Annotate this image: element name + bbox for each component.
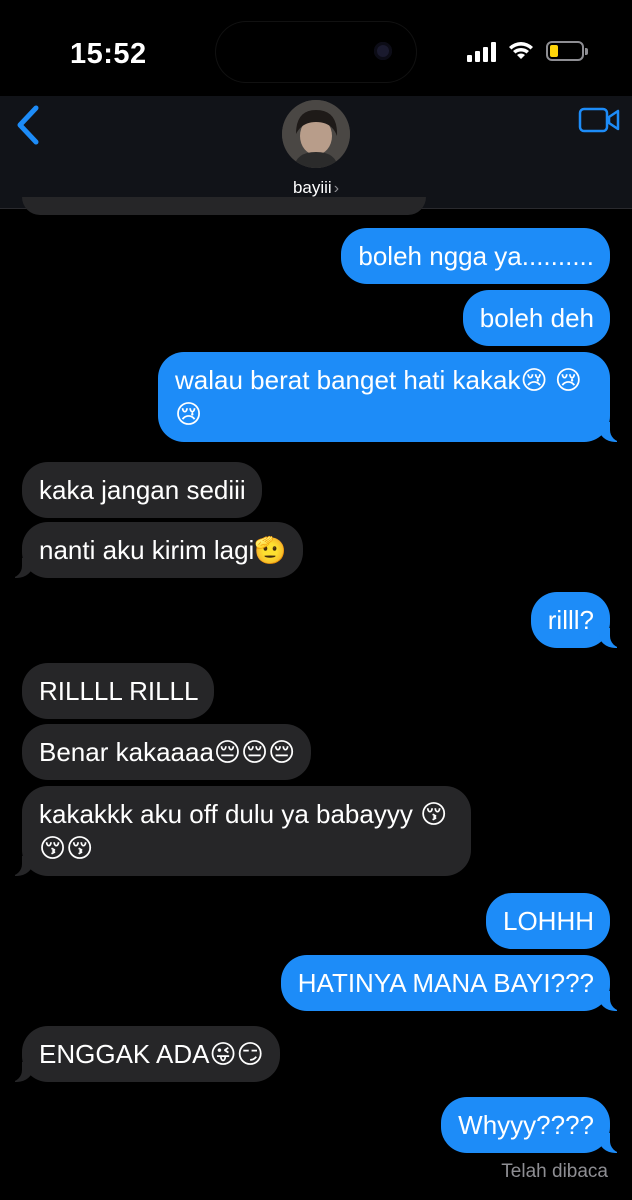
- contact-name-label: bayiii: [292, 178, 332, 197]
- message-bubble-outgoing[interactable]: HATINYA MANA BAYI???: [280, 955, 625, 1011]
- message-bubble-incoming[interactable]: kakakkk aku off dulu ya babayyy 😚😚😚: [8, 786, 471, 876]
- wifi-icon: [509, 42, 533, 59]
- message-bubble-incoming[interactable]: nanti aku kirim lagi🫡: [8, 522, 303, 578]
- contact-name[interactable]: bayiii ›: [0, 178, 632, 198]
- conversation-header: bayiii ›: [0, 96, 632, 209]
- status-time: 15:52: [70, 38, 147, 70]
- message-bubble-outgoing[interactable]: walau berat banget hati kakak😢 😢😢: [158, 352, 624, 442]
- message-bubble-outgoing[interactable]: boleh deh: [462, 290, 610, 346]
- battery-icon: [546, 41, 588, 61]
- partial-message-bubble: [22, 197, 426, 215]
- message-bubble-incoming[interactable]: RILLLL RILLL: [22, 663, 215, 719]
- message-bubble-incoming[interactable]: Benar kakaaaa😔😔😔: [22, 724, 312, 780]
- camera-icon: [374, 42, 392, 60]
- contact-avatar[interactable]: [282, 100, 350, 168]
- chevron-right-icon: ›: [333, 180, 340, 197]
- message-bubble-outgoing[interactable]: rilll?: [530, 592, 625, 648]
- message-bubble-outgoing[interactable]: boleh ngga ya..........: [341, 228, 610, 284]
- message-bubble-incoming[interactable]: ENGGAK ADA😜😏: [8, 1026, 280, 1082]
- status-icons: [467, 40, 588, 62]
- video-camera-icon[interactable]: [578, 106, 620, 134]
- message-bubble-outgoing[interactable]: Whyyy????: [441, 1097, 624, 1153]
- dynamic-island: [216, 22, 416, 82]
- read-receipt: Telah dibaca: [501, 1161, 608, 1182]
- message-list[interactable]: boleh ngga ya.......... boleh deh walau …: [0, 197, 632, 1200]
- chevron-left-icon[interactable]: [10, 102, 50, 148]
- message-bubble-outgoing[interactable]: LOHHH: [485, 893, 610, 949]
- cellular-signal-icon: [467, 40, 496, 62]
- message-bubble-incoming[interactable]: kaka jangan sediii: [22, 462, 262, 518]
- status-bar: 15:52: [0, 0, 632, 96]
